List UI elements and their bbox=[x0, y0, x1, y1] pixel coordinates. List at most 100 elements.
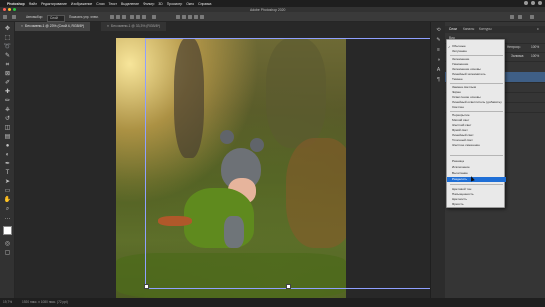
close-window-icon[interactable] bbox=[3, 8, 6, 11]
type-tool-icon[interactable]: T bbox=[3, 169, 12, 177]
menu-image[interactable]: Изображение bbox=[71, 2, 92, 6]
menu-view[interactable]: Просмотр bbox=[167, 2, 183, 6]
close-tab-icon[interactable]: × bbox=[107, 24, 109, 28]
more-tools-icon[interactable]: … bbox=[3, 214, 12, 222]
blend-lighten[interactable]: Замена светлым bbox=[452, 85, 506, 90]
menu-filter[interactable]: Фильтр bbox=[143, 2, 154, 6]
adjustments-icon[interactable]: ◑ bbox=[435, 57, 442, 64]
align-right-icon[interactable] bbox=[122, 15, 126, 19]
frame-tool-icon[interactable]: ⊠ bbox=[3, 70, 12, 78]
blend-screen[interactable]: Экран bbox=[452, 90, 506, 95]
blend-hard-mix[interactable]: Жесткое смешение bbox=[452, 143, 506, 148]
quick-mask-icon[interactable]: ◎ bbox=[3, 240, 12, 248]
transform-bounding-box[interactable] bbox=[145, 38, 430, 289]
foreground-color-swatch[interactable] bbox=[3, 226, 12, 235]
blend-hard-light[interactable]: Жесткий свет bbox=[452, 123, 506, 128]
tab-channels[interactable]: Каналы bbox=[463, 27, 474, 31]
paragraph-icon[interactable]: ¶ bbox=[435, 77, 442, 84]
menu-3d[interactable]: 3D bbox=[158, 2, 162, 6]
align-bottom-icon[interactable] bbox=[142, 15, 146, 19]
close-tab-icon[interactable]: × bbox=[21, 24, 23, 28]
blend-color-dodge[interactable]: Осветление основы bbox=[452, 95, 506, 100]
menu-select[interactable]: Выделение bbox=[121, 2, 139, 6]
quick-select-tool-icon[interactable]: ✎ bbox=[3, 52, 12, 60]
canvas-workspace[interactable] bbox=[15, 31, 430, 298]
align-middle-icon[interactable] bbox=[136, 15, 140, 19]
blend-overlay[interactable]: Перекрытие bbox=[452, 113, 506, 118]
wifi-icon[interactable] bbox=[524, 1, 528, 5]
menu-edit[interactable]: Редактирование bbox=[41, 2, 67, 6]
orbit-icon[interactable] bbox=[182, 15, 186, 19]
menu-file[interactable]: Файл bbox=[29, 2, 37, 6]
transform-handle-bottom-center[interactable] bbox=[286, 284, 291, 289]
history-icon[interactable]: ⟲ bbox=[435, 27, 442, 34]
blend-exclusion[interactable]: Исключение bbox=[452, 165, 506, 170]
align-left-icon[interactable] bbox=[110, 15, 114, 19]
blend-linear-burn[interactable]: Линейный затемнитель bbox=[452, 72, 506, 77]
menu-type[interactable]: Текст bbox=[109, 2, 118, 6]
menu-help[interactable]: Справка bbox=[198, 2, 211, 6]
blend-lighter-color[interactable]: Светлее bbox=[452, 105, 506, 110]
align-top-icon[interactable] bbox=[130, 15, 134, 19]
blend-luminosity[interactable]: Яркость bbox=[452, 202, 506, 207]
blend-normal[interactable]: Обычные bbox=[452, 44, 506, 49]
zoom-window-icon[interactable] bbox=[13, 8, 16, 11]
tab-paths[interactable]: Контуры bbox=[479, 27, 492, 31]
crop-tool-icon[interactable]: ⌗ bbox=[3, 61, 12, 69]
menu-layers[interactable]: Слои bbox=[96, 2, 104, 6]
eyedropper-tool-icon[interactable]: ✐ bbox=[3, 79, 12, 87]
character-icon[interactable]: A bbox=[435, 67, 442, 74]
battery-icon[interactable] bbox=[531, 1, 535, 5]
blend-darker-color[interactable]: Темнее bbox=[452, 77, 506, 82]
transform-handle-bottom-left[interactable] bbox=[144, 284, 149, 289]
menu-photoshop[interactable]: Photoshop bbox=[7, 2, 25, 6]
blend-dissolve[interactable]: Затухание bbox=[452, 49, 506, 54]
panel-menu-icon[interactable]: ≡ bbox=[537, 27, 539, 31]
move-tool-icon[interactable] bbox=[12, 15, 16, 19]
zoom-level[interactable]: 19,7% bbox=[3, 300, 12, 304]
pan-icon[interactable] bbox=[188, 15, 192, 19]
auto-select-checkbox-label[interactable]: Автовыбор: bbox=[26, 14, 43, 20]
clone-stamp-icon[interactable]: ⎈ bbox=[3, 106, 12, 114]
pen-tool-icon[interactable]: ✒ bbox=[3, 160, 12, 168]
opacity-value[interactable]: 100% bbox=[531, 45, 539, 49]
tab-document-1[interactable]: × Без имени-1 @ 23% (Слой 4, RGB/8*) bbox=[15, 22, 91, 31]
move-tool-icon[interactable]: ✥ bbox=[3, 25, 12, 33]
history-brush-icon[interactable]: ↺ bbox=[3, 115, 12, 123]
search-icon[interactable] bbox=[538, 1, 542, 5]
shape-tool-icon[interactable]: ▭ bbox=[3, 187, 12, 195]
menu-window[interactable]: Окно bbox=[186, 2, 194, 6]
blend-color-burn[interactable]: Затемнение основы bbox=[452, 67, 506, 72]
minimize-window-icon[interactable] bbox=[8, 8, 11, 11]
slide-icon[interactable] bbox=[194, 15, 198, 19]
home-icon[interactable] bbox=[3, 15, 7, 19]
brush-tool-icon[interactable]: ✏ bbox=[3, 97, 12, 105]
dodge-tool-icon[interactable]: ◐ bbox=[3, 151, 12, 159]
tab-document-2[interactable]: × Без имени-1 @ 33,3% (RGB/8*) bbox=[101, 22, 167, 31]
align-center-icon[interactable] bbox=[116, 15, 120, 19]
blend-subtract[interactable]: Вычитание bbox=[452, 171, 506, 176]
blend-multiply[interactable]: Умножение bbox=[452, 62, 506, 67]
blend-divide[interactable]: Разделить bbox=[447, 177, 506, 182]
3d-mode-icon[interactable] bbox=[176, 15, 180, 19]
blend-vivid-light[interactable]: Яркий свет bbox=[452, 128, 506, 133]
search-icon[interactable] bbox=[510, 15, 514, 19]
blend-darken[interactable]: Затемнение bbox=[452, 57, 506, 62]
show-transform-controls[interactable]: Показать упр. элем. bbox=[69, 14, 99, 20]
blend-hue[interactable]: Цветовой тон bbox=[452, 187, 506, 192]
tab-layers[interactable]: Слои bbox=[449, 27, 457, 31]
brush-settings-icon[interactable]: ✎ bbox=[435, 37, 442, 44]
gradient-tool-icon[interactable]: ▤ bbox=[3, 133, 12, 141]
healing-brush-icon[interactable]: ✚ bbox=[3, 88, 12, 96]
zoom-tool-icon[interactable]: ⌕ bbox=[3, 205, 12, 213]
scale-icon[interactable] bbox=[200, 15, 204, 19]
blend-saturation[interactable]: Насыщенность bbox=[452, 192, 506, 197]
hand-tool-icon[interactable]: ✋ bbox=[3, 196, 12, 204]
blend-color[interactable]: Цветность bbox=[452, 197, 506, 202]
workspace-icon[interactable] bbox=[518, 15, 522, 19]
share-icon[interactable] bbox=[530, 15, 534, 19]
blur-tool-icon[interactable]: ● bbox=[3, 142, 12, 150]
auto-select-dropdown[interactable]: Слой bbox=[47, 14, 65, 22]
lasso-tool-icon[interactable]: ➰ bbox=[3, 43, 12, 51]
path-select-icon[interactable]: ➤ bbox=[3, 178, 12, 186]
